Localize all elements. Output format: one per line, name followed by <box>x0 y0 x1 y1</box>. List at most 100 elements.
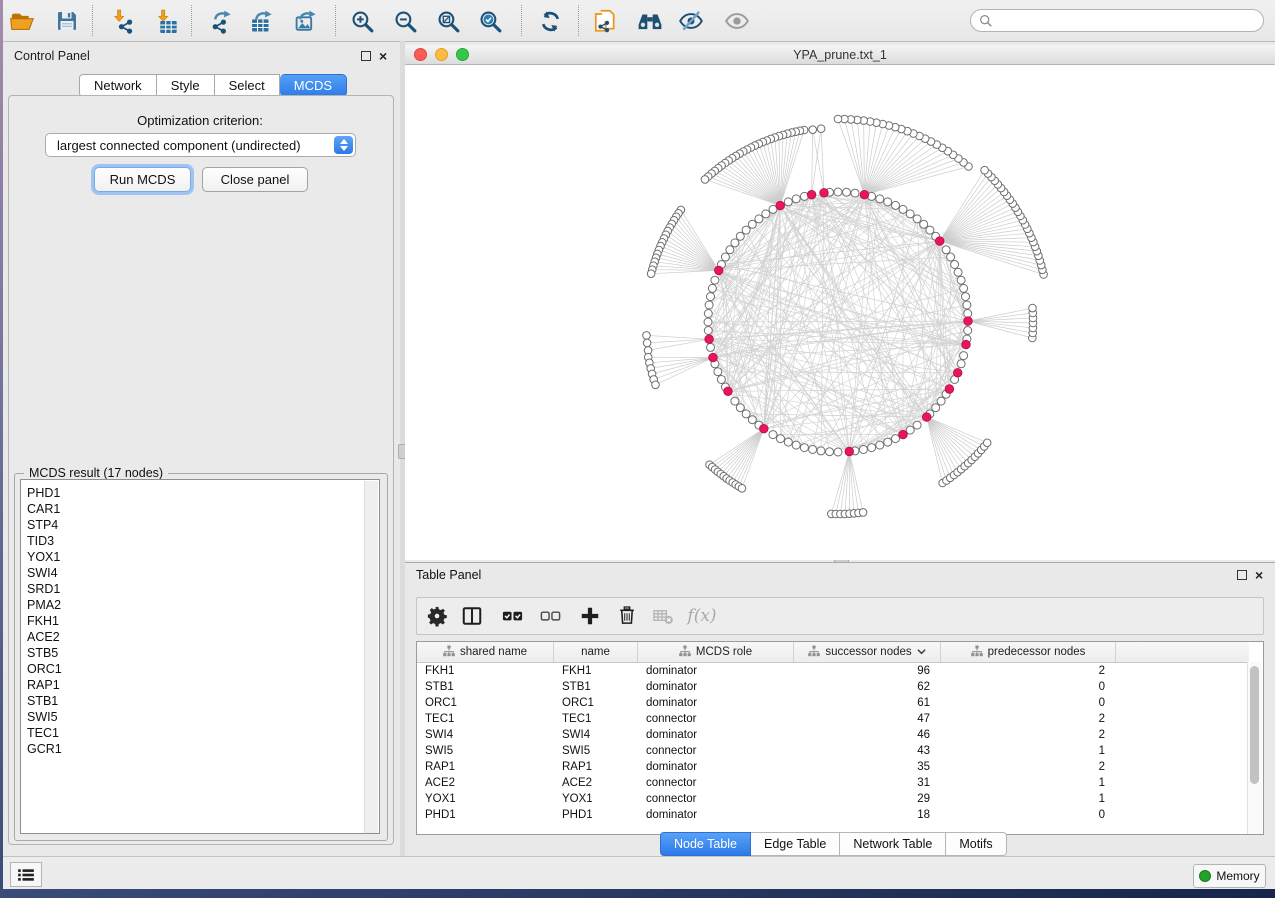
table-cell: SWI4 <box>417 728 554 744</box>
table-cell: YOX1 <box>554 792 638 808</box>
tab-edge-table[interactable]: Edge Table <box>751 832 840 856</box>
table-row[interactable]: FKH1FKH1dominator962 <box>417 664 1249 680</box>
result-node-item[interactable]: SWI4 <box>21 565 379 581</box>
columns-icon[interactable] <box>459 603 485 629</box>
result-node-item[interactable]: FKH1 <box>21 613 379 629</box>
table-row[interactable]: SWI4SWI4dominator462 <box>417 728 1249 744</box>
memory-button[interactable]: Memory <box>1193 864 1266 888</box>
tab-select[interactable]: Select <box>215 74 280 97</box>
result-node-item[interactable]: STP4 <box>21 517 379 533</box>
control-panel-float-button[interactable] <box>361 51 371 63</box>
tab-style[interactable]: Style <box>157 74 215 97</box>
table-cell: 43 <box>794 744 941 760</box>
select-all-icon[interactable] <box>499 603 525 629</box>
zoom-selected-icon[interactable] <box>476 7 504 35</box>
tab-mcds[interactable]: MCDS <box>280 74 347 97</box>
table-scrollbar-thumb[interactable] <box>1250 666 1259 784</box>
sort-chevron-icon[interactable] <box>917 646 926 658</box>
show-view-icon[interactable] <box>723 7 751 35</box>
result-node-item[interactable]: GCR1 <box>21 741 379 757</box>
close-panel-button[interactable]: Close panel <box>202 167 308 192</box>
status-bar <box>3 856 1275 889</box>
table-cell: 31 <box>794 776 941 792</box>
import-table-icon[interactable] <box>152 7 180 35</box>
table-scrollbar[interactable] <box>1247 662 1262 834</box>
result-list-scrollbar[interactable] <box>364 481 378 834</box>
function-builder-icon: f(x) <box>689 603 715 629</box>
result-node-item[interactable]: PHD1 <box>21 485 379 501</box>
table-row[interactable]: YOX1YOX1connector291 <box>417 792 1249 808</box>
refresh-icon[interactable] <box>536 7 564 35</box>
table-row[interactable]: PHD1PHD1dominator180 <box>417 808 1249 824</box>
zoom-fit-icon[interactable] <box>434 7 462 35</box>
table-row[interactable]: ORC1ORC1dominator610 <box>417 696 1249 712</box>
table-tabs: Node TableEdge TableNetwork TableMotifs <box>660 832 1007 854</box>
tree-icon <box>808 645 820 660</box>
table-row[interactable]: RAP1RAP1dominator352 <box>417 760 1249 776</box>
tab-network-table[interactable]: Network Table <box>840 832 946 856</box>
mcds-result-list[interactable]: PHD1CAR1STP4TID3YOX1SWI4SRD1PMA2FKH1ACE2… <box>20 479 380 834</box>
tab-network[interactable]: Network <box>79 74 157 97</box>
share-document-icon[interactable] <box>591 7 619 35</box>
deselect-all-icon[interactable] <box>537 603 563 629</box>
hide-view-icon[interactable] <box>677 7 705 35</box>
task-history-button[interactable] <box>10 862 42 887</box>
table-header-row: shared name nameMCDS rolesuccessor nodes p… <box>417 642 1249 663</box>
table-cell: PHD1 <box>417 808 554 824</box>
toolbar-separator <box>191 5 192 36</box>
table-row[interactable]: TEC1TEC1connector472 <box>417 712 1249 728</box>
column-header-name[interactable]: name <box>554 642 638 662</box>
tree-icon <box>679 645 691 660</box>
criterion-select[interactable]: largest connected component (undirected) <box>45 133 356 157</box>
result-node-item[interactable]: TID3 <box>21 533 379 549</box>
result-node-item[interactable]: YOX1 <box>21 549 379 565</box>
column-header-successor-nodes[interactable]: successor nodes <box>794 642 941 662</box>
network-graph-canvas[interactable] <box>405 64 1275 560</box>
search-input[interactable] <box>970 9 1264 32</box>
open-file-icon[interactable] <box>8 7 36 35</box>
result-node-item[interactable]: ACE2 <box>21 629 379 645</box>
export-network-icon[interactable] <box>207 7 235 35</box>
table-row[interactable]: SWI5SWI5connector431 <box>417 744 1249 760</box>
control-panel-tabs: NetworkStyleSelectMCDS <box>79 74 347 95</box>
table-cell: 2 <box>941 728 1116 744</box>
save-session-icon[interactable] <box>53 7 81 35</box>
control-panel-close-button[interactable]: × <box>379 50 387 62</box>
tab-node-table[interactable]: Node Table <box>660 832 751 856</box>
result-node-item[interactable]: ORC1 <box>21 661 379 677</box>
table-cell: 0 <box>941 808 1116 824</box>
table-cell: ACE2 <box>417 776 554 792</box>
result-node-item[interactable]: SRD1 <box>21 581 379 597</box>
table-row[interactable]: ACE2ACE2connector311 <box>417 776 1249 792</box>
node-table[interactable]: shared name nameMCDS rolesuccessor nodes p… <box>416 641 1264 835</box>
table-cell: 61 <box>794 696 941 712</box>
tab-motifs[interactable]: Motifs <box>946 832 1006 856</box>
export-image-icon[interactable] <box>292 7 320 35</box>
column-label: predecessor nodes <box>988 646 1086 658</box>
settings-icon[interactable] <box>424 603 450 629</box>
table-cell: connector <box>638 744 794 760</box>
result-node-item[interactable]: CAR1 <box>21 501 379 517</box>
column-label: shared name <box>460 646 527 658</box>
column-header-MCDS-role[interactable]: MCDS role <box>638 642 794 662</box>
result-node-item[interactable]: RAP1 <box>21 677 379 693</box>
delete-row-icon[interactable] <box>614 603 640 629</box>
run-mcds-button[interactable]: Run MCDS <box>94 167 191 192</box>
result-node-item[interactable]: SWI5 <box>21 709 379 725</box>
result-node-item[interactable]: STB1 <box>21 693 379 709</box>
zoom-in-icon[interactable] <box>348 7 376 35</box>
column-header-shared-name[interactable]: shared name <box>417 642 554 662</box>
export-table-icon[interactable] <box>248 7 276 35</box>
result-node-item[interactable]: STB5 <box>21 645 379 661</box>
import-network-icon[interactable] <box>108 7 136 35</box>
table-panel-close-button[interactable]: × <box>1255 569 1263 581</box>
table-row[interactable]: STB1STB1dominator620 <box>417 680 1249 696</box>
zoom-out-icon[interactable] <box>391 7 419 35</box>
table-panel-float-button[interactable] <box>1237 570 1247 582</box>
column-header-predecessor-nodes[interactable]: predecessor nodes <box>941 642 1116 662</box>
search-network-icon[interactable] <box>636 7 664 35</box>
toolbar-separator <box>335 5 336 36</box>
result-node-item[interactable]: PMA2 <box>21 597 379 613</box>
result-node-item[interactable]: TEC1 <box>21 725 379 741</box>
add-row-icon[interactable] <box>577 603 603 629</box>
